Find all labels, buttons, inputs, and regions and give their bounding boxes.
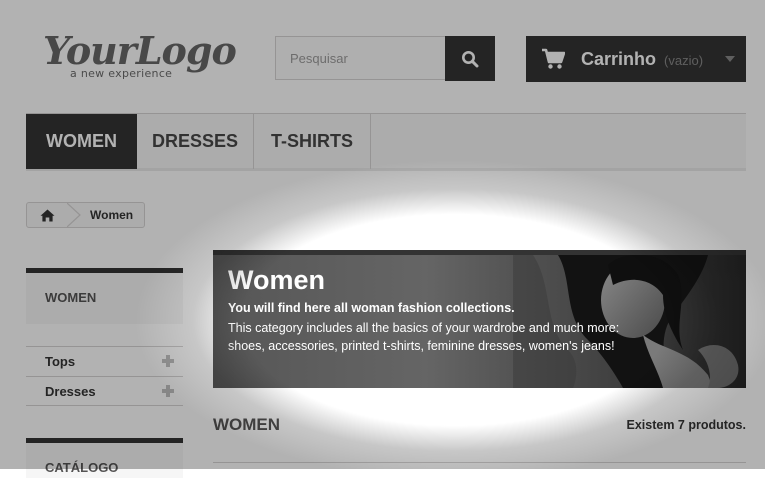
sidebar-catalog-block: CATÁLOGO (26, 438, 183, 478)
banner-title: Women (228, 265, 326, 295)
menu-item-label: T-SHIRTS (270, 131, 353, 151)
menu-item-label: WOMEN (46, 131, 117, 151)
breadcrumb: Women (26, 202, 145, 228)
cart-status: (vazio) (664, 52, 704, 68)
sidebar-item-dresses[interactable]: Dresses (26, 376, 183, 406)
banner-description-line: This category includes all the basics of… (228, 321, 620, 335)
breadcrumb-current: Women (90, 208, 134, 222)
cart-button[interactable]: Carrinho (vazio) (526, 36, 746, 82)
menu-item-dresses[interactable]: DRESSES (137, 114, 254, 169)
breadcrumb-home-link[interactable] (27, 203, 67, 227)
menu-item-tshirts[interactable]: T-SHIRTS (254, 114, 371, 169)
search-button[interactable] (445, 36, 495, 81)
sidebar-subcategory-list: Tops Dresses (26, 346, 183, 406)
chevron-down-icon (725, 56, 735, 62)
banner-description-line: You will find here all woman fashion col… (228, 301, 515, 315)
sidebar-catalog-title[interactable]: CATÁLOGO (26, 443, 183, 475)
shopping-cart-icon (542, 48, 565, 69)
logo-tagline: a new experience (70, 67, 173, 80)
sidebar-item-label: Dresses (45, 383, 96, 399)
category-banner: Women You will find here all woman fashi… (213, 250, 746, 388)
cart-label: Carrinho (581, 48, 657, 69)
search-input[interactable] (275, 36, 445, 80)
top-menu: WOMEN DRESSES T-SHIRTS (26, 113, 746, 171)
search-icon (462, 50, 479, 67)
expand-plus-icon[interactable] (162, 385, 174, 397)
site-logo[interactable]: YourLogo a new experience (43, 28, 237, 86)
sidebar-category-block: WOMEN (26, 268, 183, 324)
expand-plus-icon[interactable] (162, 355, 174, 367)
product-count: Existem 7 produtos. (626, 418, 746, 432)
banner-description-line: shoes, accessories, printed t-shirts, fe… (228, 339, 615, 353)
divider (213, 462, 746, 463)
menu-item-label: DRESSES (151, 131, 239, 151)
menu-item-women[interactable]: WOMEN (26, 114, 137, 169)
home-icon (40, 209, 54, 221)
breadcrumb-separator (67, 203, 81, 227)
sidebar-item-label: Tops (45, 354, 76, 369)
sidebar-category-title[interactable]: WOMEN (26, 273, 183, 305)
sidebar-item-tops[interactable]: Tops (26, 346, 183, 376)
category-heading: WOMEN (213, 415, 281, 434)
